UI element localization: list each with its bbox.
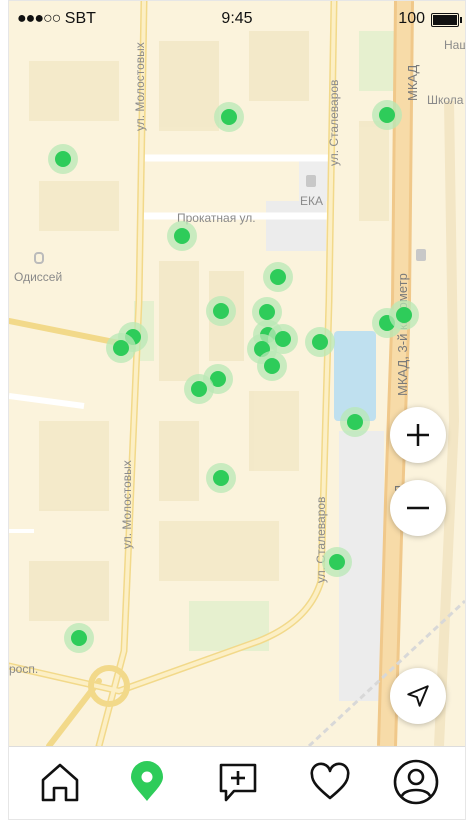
bottom-tab-bar bbox=[9, 746, 465, 819]
map-marker[interactable] bbox=[257, 351, 287, 381]
map-marker[interactable] bbox=[206, 296, 236, 326]
label-prosp: росп. bbox=[9, 662, 38, 676]
map-marker[interactable] bbox=[106, 333, 136, 363]
map-marker[interactable] bbox=[64, 623, 94, 653]
locate-me-button[interactable] bbox=[390, 668, 446, 724]
plus-icon bbox=[407, 424, 429, 446]
map-marker[interactable] bbox=[184, 374, 214, 404]
map-marker[interactable] bbox=[305, 327, 335, 357]
home-icon bbox=[41, 763, 79, 802]
label-molostovyh-top: ул. Молостовых bbox=[133, 42, 147, 131]
minus-icon bbox=[407, 506, 429, 510]
map-marker[interactable] bbox=[340, 407, 370, 437]
label-shkola: Школа bbox=[427, 93, 464, 107]
map-marker[interactable] bbox=[214, 102, 244, 132]
tab-favorites[interactable] bbox=[305, 757, 355, 807]
label-mkad-mid: МКАД, 3-й километр bbox=[395, 273, 410, 396]
phone-screen: ул. Молостовых ул. Молостовых ул. Сталев… bbox=[8, 0, 466, 820]
map-pin-icon bbox=[131, 761, 163, 801]
map-view[interactable]: ул. Молостовых ул. Молостовых ул. Сталев… bbox=[9, 1, 465, 746]
profile-icon bbox=[393, 759, 439, 805]
battery-percent: 100 bbox=[398, 10, 425, 27]
add-message-icon bbox=[219, 763, 257, 802]
zoom-out-button[interactable] bbox=[390, 480, 446, 536]
map-marker[interactable] bbox=[167, 221, 197, 251]
tab-add-post[interactable] bbox=[213, 757, 263, 807]
map-marker[interactable] bbox=[48, 144, 78, 174]
label-stalevarov-top: ул. Сталеваров bbox=[327, 80, 341, 166]
label-odissey: Одиссей bbox=[14, 270, 62, 284]
label-eka: ЕКА bbox=[300, 194, 323, 208]
label-nash: Наш bbox=[444, 38, 465, 52]
label-molostovyh-bottom: ул. Молостовых bbox=[120, 460, 134, 549]
map-marker[interactable] bbox=[372, 100, 402, 130]
status-bar: ●●●○○ SBT 9:45 100 bbox=[9, 1, 465, 37]
map-marker[interactable] bbox=[206, 463, 236, 493]
map-marker[interactable] bbox=[263, 262, 293, 292]
tab-profile[interactable] bbox=[391, 757, 441, 807]
battery-icon bbox=[431, 13, 462, 27]
tab-home[interactable] bbox=[35, 757, 85, 807]
map-marker[interactable] bbox=[389, 300, 419, 330]
navigation-arrow-icon bbox=[407, 685, 429, 707]
map-marker[interactable] bbox=[322, 547, 352, 577]
clock: 9:45 bbox=[221, 10, 253, 27]
heart-icon bbox=[310, 762, 350, 800]
zoom-in-button[interactable] bbox=[390, 407, 446, 463]
tab-map[interactable] bbox=[122, 757, 172, 807]
label-mkad-top: МКАД bbox=[405, 64, 420, 101]
